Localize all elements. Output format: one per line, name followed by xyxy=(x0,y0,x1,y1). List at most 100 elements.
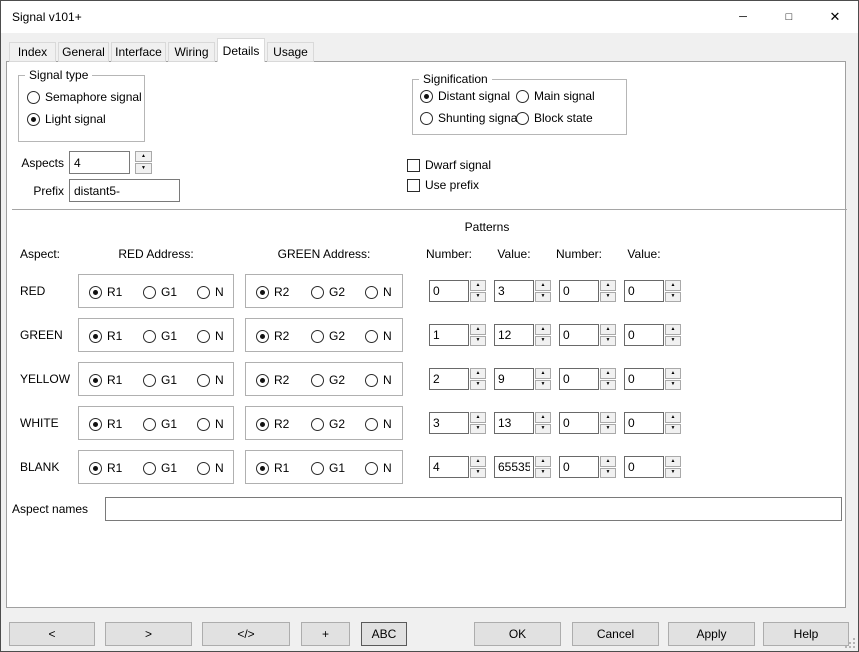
pattern-number-input[interactable] xyxy=(559,324,599,346)
radio-icon[interactable] xyxy=(256,330,269,343)
use-prefix-checkbox[interactable]: Use prefix xyxy=(407,178,479,192)
radio-icon[interactable] xyxy=(256,286,269,299)
pattern-value-input[interactable] xyxy=(494,456,534,478)
radio-option[interactable]: R1 xyxy=(256,461,289,475)
radio-option[interactable]: N xyxy=(365,285,392,299)
spin-down-icon[interactable]: ▼ xyxy=(535,424,551,435)
spin-down-icon[interactable]: ▼ xyxy=(535,468,551,479)
tab-usage[interactable]: Usage xyxy=(267,42,314,62)
radio-option[interactable]: N xyxy=(365,417,392,431)
spin-up-icon[interactable]: ▲ xyxy=(600,324,616,335)
spin-down-icon[interactable]: ▼ xyxy=(535,292,551,303)
radio-option[interactable]: R1 xyxy=(89,285,122,299)
radio-icon[interactable] xyxy=(516,90,529,103)
spin-down-icon[interactable]: ▼ xyxy=(665,424,681,435)
spin-up-icon[interactable]: ▲ xyxy=(535,412,551,423)
code-button[interactable]: </> xyxy=(202,622,290,646)
radio-icon[interactable] xyxy=(311,418,324,431)
radio-icon[interactable] xyxy=(516,112,529,125)
pattern-number-input[interactable] xyxy=(559,412,599,434)
cancel-button[interactable]: Cancel xyxy=(572,622,659,646)
radio-option[interactable]: R1 xyxy=(89,461,122,475)
spin-up-icon[interactable]: ▲ xyxy=(470,280,486,291)
radio-icon[interactable] xyxy=(143,330,156,343)
pattern-number-input[interactable] xyxy=(429,412,469,434)
spin-down-icon[interactable]: ▼ xyxy=(535,336,551,347)
aspects-input[interactable] xyxy=(69,151,130,174)
spin-down-icon[interactable]: ▼ xyxy=(470,468,486,479)
radio-option[interactable]: R2 xyxy=(256,373,289,387)
prev-button[interactable]: < xyxy=(9,622,95,646)
radio-icon[interactable] xyxy=(256,462,269,475)
radio-option[interactable]: G2 xyxy=(311,285,345,299)
pattern-value-input[interactable] xyxy=(494,280,534,302)
spin-up-icon[interactable]: ▲ xyxy=(135,151,152,162)
spin-up-icon[interactable]: ▲ xyxy=(535,368,551,379)
radio-icon[interactable] xyxy=(365,462,378,475)
block-state-option[interactable]: Block state xyxy=(516,111,593,125)
radio-icon[interactable] xyxy=(27,113,40,126)
ok-button[interactable]: OK xyxy=(474,622,561,646)
pattern-number-input[interactable] xyxy=(429,280,469,302)
spin-up-icon[interactable]: ▲ xyxy=(600,456,616,467)
radio-option[interactable]: G2 xyxy=(311,417,345,431)
radio-icon[interactable] xyxy=(365,418,378,431)
spin-down-icon[interactable]: ▼ xyxy=(135,163,152,174)
spin-up-icon[interactable]: ▲ xyxy=(665,324,681,335)
radio-option[interactable]: N xyxy=(197,417,224,431)
radio-option[interactable]: R2 xyxy=(256,285,289,299)
radio-icon[interactable] xyxy=(256,418,269,431)
tab-index[interactable]: Index xyxy=(9,42,56,62)
shunting-signal-option[interactable]: Shunting signal xyxy=(420,111,520,125)
radio-option[interactable]: N xyxy=(365,373,392,387)
spin-up-icon[interactable]: ▲ xyxy=(470,456,486,467)
spin-up-icon[interactable]: ▲ xyxy=(665,456,681,467)
pattern-value-input[interactable] xyxy=(494,324,534,346)
radio-option[interactable]: G1 xyxy=(143,329,177,343)
radio-icon[interactable] xyxy=(89,330,102,343)
spin-up-icon[interactable]: ▲ xyxy=(535,456,551,467)
radio-icon[interactable] xyxy=(89,286,102,299)
spin-down-icon[interactable]: ▼ xyxy=(470,424,486,435)
radio-icon[interactable] xyxy=(365,286,378,299)
radio-option[interactable]: R1 xyxy=(89,417,122,431)
help-button[interactable]: Help xyxy=(763,622,849,646)
spin-down-icon[interactable]: ▼ xyxy=(665,380,681,391)
add-button[interactable]: + xyxy=(301,622,350,646)
radio-option[interactable]: N xyxy=(197,329,224,343)
spin-down-icon[interactable]: ▼ xyxy=(600,336,616,347)
radio-option[interactable]: G1 xyxy=(143,373,177,387)
radio-option[interactable]: G2 xyxy=(311,329,345,343)
spin-down-icon[interactable]: ▼ xyxy=(535,380,551,391)
spin-down-icon[interactable]: ▼ xyxy=(600,292,616,303)
distant-signal-option[interactable]: Distant signal xyxy=(420,89,510,103)
spin-down-icon[interactable]: ▼ xyxy=(665,468,681,479)
spin-up-icon[interactable]: ▲ xyxy=(470,324,486,335)
pattern-value-input[interactable] xyxy=(624,456,664,478)
radio-option[interactable]: N xyxy=(197,373,224,387)
spin-up-icon[interactable]: ▲ xyxy=(600,368,616,379)
radio-icon[interactable] xyxy=(27,91,40,104)
radio-icon[interactable] xyxy=(143,374,156,387)
radio-icon[interactable] xyxy=(89,462,102,475)
dwarf-signal-checkbox[interactable]: Dwarf signal xyxy=(407,158,491,172)
radio-icon[interactable] xyxy=(89,374,102,387)
spin-down-icon[interactable]: ▼ xyxy=(470,380,486,391)
radio-icon[interactable] xyxy=(365,330,378,343)
radio-option[interactable]: G1 xyxy=(311,461,345,475)
next-button[interactable]: > xyxy=(105,622,192,646)
pattern-value-input[interactable] xyxy=(624,368,664,390)
radio-option[interactable]: R2 xyxy=(256,329,289,343)
radio-option[interactable]: G1 xyxy=(143,285,177,299)
radio-icon[interactable] xyxy=(143,418,156,431)
close-icon[interactable]: ✕ xyxy=(812,1,858,33)
checkbox-icon[interactable] xyxy=(407,179,420,192)
radio-icon[interactable] xyxy=(143,462,156,475)
spin-up-icon[interactable]: ▲ xyxy=(665,412,681,423)
radio-icon[interactable] xyxy=(197,418,210,431)
radio-option[interactable]: N xyxy=(197,285,224,299)
pattern-number-input[interactable] xyxy=(559,456,599,478)
tab-details[interactable]: Details xyxy=(217,38,265,62)
pattern-number-input[interactable] xyxy=(429,456,469,478)
resize-grip-icon[interactable] xyxy=(844,637,856,649)
